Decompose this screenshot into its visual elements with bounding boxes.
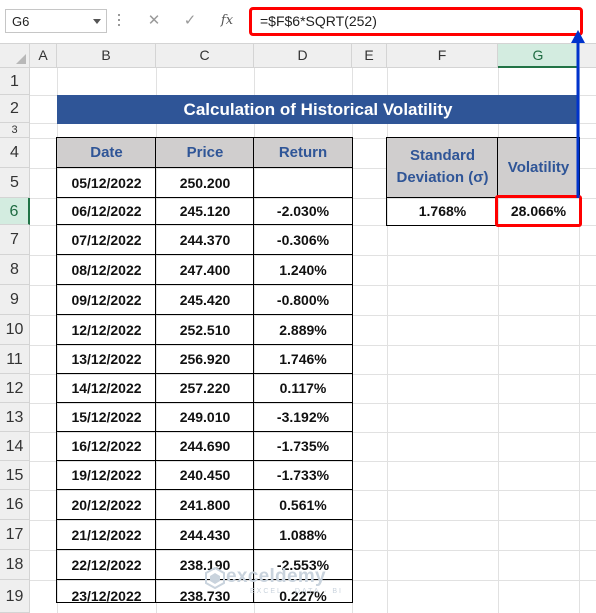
table-divider: [56, 167, 353, 168]
table-divider: [56, 519, 353, 520]
watermark: exceldemy EXCEL · DATA · BI: [226, 566, 343, 595]
column-header-b[interactable]: B: [57, 44, 156, 68]
formula-input[interactable]: =$F$6*SQRT(252): [249, 7, 583, 36]
sheet-title[interactable]: Calculation of Historical Volatility: [57, 95, 579, 124]
column-header-c[interactable]: C: [156, 44, 254, 68]
table-divider: [253, 137, 254, 603]
row-header-5[interactable]: 5: [0, 168, 30, 198]
row-header-19[interactable]: 19: [0, 580, 30, 613]
table-divider: [56, 224, 353, 225]
table-divider: [56, 460, 353, 461]
row-header-6[interactable]: 6: [0, 198, 30, 225]
returns-table-border: [56, 137, 353, 603]
table-divider: [56, 373, 353, 374]
row-header-14[interactable]: 14: [0, 432, 30, 461]
table-divider: [56, 489, 353, 490]
row-header-3[interactable]: 3: [0, 123, 30, 138]
table-divider: [56, 197, 353, 198]
column-header-e[interactable]: E: [352, 44, 387, 68]
dropdown-icon[interactable]: [93, 19, 101, 24]
row-header-4[interactable]: 4: [0, 138, 30, 168]
row-header-7[interactable]: 7: [0, 225, 30, 255]
table-divider: [56, 402, 353, 403]
row-header-2[interactable]: 2: [0, 95, 30, 123]
arrow-icon: [571, 30, 585, 198]
function-icon[interactable]: fx: [216, 10, 238, 32]
column-header-f[interactable]: F: [387, 44, 498, 68]
row-header-10[interactable]: 10: [0, 315, 30, 345]
table-divider: [155, 137, 156, 603]
enter-icon[interactable]: ✓: [179, 10, 201, 32]
row-header-8[interactable]: 8: [0, 255, 30, 285]
row-header-1[interactable]: 1: [0, 68, 30, 95]
name-box[interactable]: G6: [5, 9, 107, 33]
row-header-11[interactable]: 11: [0, 345, 30, 374]
formula-bar: G6 ✕ ✓ fx =$F$6*SQRT(252): [0, 0, 596, 44]
row-header-18[interactable]: 18: [0, 550, 30, 580]
table-divider: [56, 344, 353, 345]
name-box-value: G6: [12, 14, 30, 29]
watermark-name: exceldemy: [226, 566, 326, 587]
table-divider: [56, 431, 353, 432]
cancel-icon[interactable]: ✕: [143, 10, 165, 32]
column-header-a[interactable]: A: [30, 44, 57, 68]
table-divider: [56, 314, 353, 315]
row-header-17[interactable]: 17: [0, 520, 30, 550]
column-header-d[interactable]: D: [254, 44, 352, 68]
table-divider: [56, 254, 353, 255]
select-all-button[interactable]: [0, 44, 30, 68]
row-header-15[interactable]: 15: [0, 461, 30, 490]
column-header-g[interactable]: G: [498, 44, 579, 68]
row-header-16[interactable]: 16: [0, 490, 30, 520]
table-divider: [56, 284, 353, 285]
row-header-13[interactable]: 13: [0, 403, 30, 432]
watermark-tagline: EXCEL · DATA · BI: [250, 588, 343, 595]
splitter-handle[interactable]: [118, 14, 121, 28]
row-header-9[interactable]: 9: [0, 285, 30, 315]
row-header-12[interactable]: 12: [0, 374, 30, 403]
table-divider: [56, 549, 353, 550]
watermark-logo-icon: [205, 567, 225, 589]
